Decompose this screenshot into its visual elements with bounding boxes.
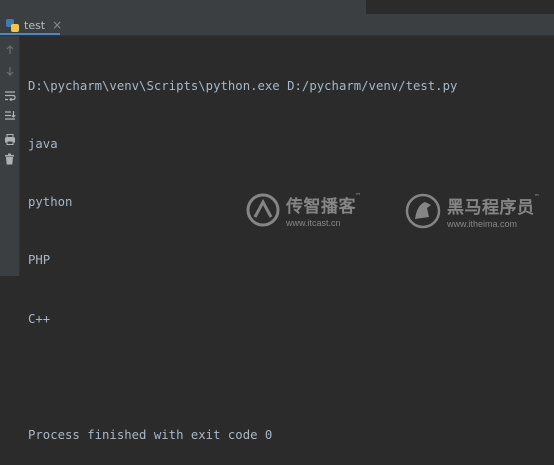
horse-logo-icon xyxy=(405,193,441,229)
soft-wrap-icon[interactable] xyxy=(0,85,19,105)
active-tab-indicator xyxy=(0,33,60,35)
run-console-output[interactable]: D:\pycharm\venv\Scripts\python.exe D:/py… xyxy=(28,38,457,465)
console-toolbar xyxy=(0,36,20,276)
python-file-icon xyxy=(6,18,19,32)
itheima-watermark: 黑马程序员™ www.itheima.com xyxy=(405,193,539,229)
trademark-mark: ™ xyxy=(534,193,539,201)
console-line-exit-status: Process finished with exit code 0 xyxy=(28,428,273,443)
console-line-command: D:\pycharm\venv\Scripts\python.exe D:/py… xyxy=(28,78,458,93)
trash-icon[interactable] xyxy=(0,149,19,169)
itheima-watermark-url: www.itheima.com xyxy=(447,219,518,229)
console-line: python xyxy=(28,195,73,210)
console-line: C++ xyxy=(28,311,51,326)
tab-bar-empty-area xyxy=(366,0,554,14)
tab-test[interactable]: test × xyxy=(6,16,62,34)
arrow-up-icon[interactable] xyxy=(0,40,19,60)
console-line: java xyxy=(28,137,58,152)
tab-bar: test × xyxy=(0,0,554,36)
console-line: PHP xyxy=(28,253,51,268)
arrow-down-icon[interactable] xyxy=(0,61,19,81)
itcast-watermark-title: 传智播客 xyxy=(286,197,356,217)
tab-title: test xyxy=(24,18,46,32)
scroll-to-end-icon[interactable] xyxy=(0,105,19,125)
trademark-mark: ™ xyxy=(356,192,361,200)
itcast-watermark: 传智播客™ www.itcast.cn xyxy=(246,192,360,228)
print-icon[interactable] xyxy=(0,129,19,149)
itcast-watermark-url: www.itcast.cn xyxy=(286,218,341,228)
itheima-watermark-title: 黑马程序员 xyxy=(447,198,535,218)
itcast-logo-icon xyxy=(246,193,280,227)
close-icon[interactable]: × xyxy=(52,18,62,32)
